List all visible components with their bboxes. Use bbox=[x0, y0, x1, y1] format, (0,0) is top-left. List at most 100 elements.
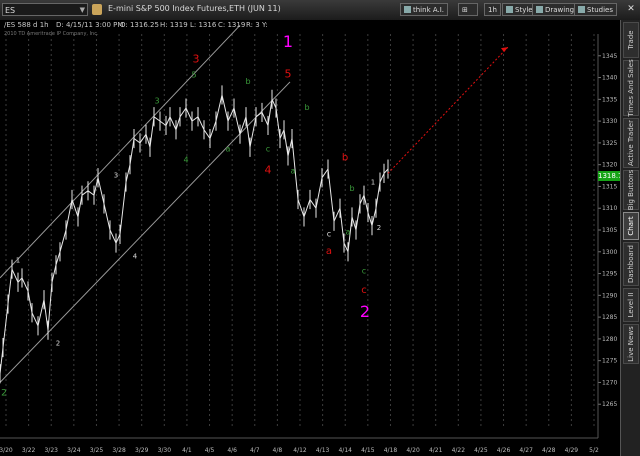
y-tick-label: 1345 bbox=[602, 53, 617, 60]
tab-level-ii[interactable]: Level II bbox=[623, 288, 639, 322]
wave-label: c bbox=[362, 267, 366, 276]
tab-times-and-sales[interactable]: Times And Sales bbox=[623, 59, 639, 117]
tab-trade-label: Trade bbox=[627, 30, 635, 50]
x-tick-label: 4/29 bbox=[565, 447, 579, 454]
drawings-label: Drawings bbox=[545, 6, 578, 14]
x-tick-label: 4/6 bbox=[227, 447, 237, 454]
tab-trade[interactable]: Trade bbox=[623, 22, 639, 58]
x-tick-label: 4/5 bbox=[205, 447, 215, 454]
wave-label: b bbox=[245, 77, 250, 86]
x-tick-label: 4/18 bbox=[384, 447, 398, 454]
wave-label: 4 bbox=[265, 163, 272, 176]
tab-big-buttons-label: Big Buttons bbox=[627, 169, 635, 211]
wave-label: a bbox=[326, 246, 332, 257]
wave-label: b bbox=[349, 184, 354, 193]
style-icon bbox=[506, 6, 513, 13]
y-tick-label: 1295 bbox=[602, 271, 617, 278]
x-tick-label: 4/15 bbox=[361, 447, 375, 454]
symbol-text: ES bbox=[5, 6, 16, 15]
x-tick-label: 4/22 bbox=[452, 447, 466, 454]
x-tick-label: 3/24 bbox=[67, 447, 81, 454]
y-tick-label: 1315 bbox=[602, 183, 617, 190]
bulb-icon bbox=[404, 6, 411, 13]
y-tick-label: 1330 bbox=[602, 118, 617, 125]
wave-label: 5 bbox=[191, 71, 196, 80]
instrument-description: E-mini S&P 500 Index Futures,ETH (JUN 11… bbox=[108, 4, 281, 13]
x-tick-label: 3/25 bbox=[90, 447, 104, 454]
studies-icon bbox=[578, 6, 585, 13]
y-tick-label: 1280 bbox=[602, 336, 617, 343]
y-tick-label: 1270 bbox=[602, 379, 617, 386]
wave-label: 3 bbox=[114, 172, 118, 180]
tab-chart[interactable]: Chart bbox=[623, 212, 639, 240]
x-tick-label: 3/30 bbox=[158, 447, 172, 454]
info-symbol: /ES 588 d 1h bbox=[4, 21, 49, 29]
x-tick-label: 4/26 bbox=[497, 447, 511, 454]
wave-label: a bbox=[346, 227, 351, 236]
tab-active-trader[interactable]: Active Trader bbox=[623, 118, 639, 168]
info-date: D: 4/15/11 3:00 PM bbox=[56, 21, 124, 29]
x-tick-label: 4/25 bbox=[474, 447, 488, 454]
studies-button[interactable]: Studies bbox=[574, 3, 617, 16]
copyright-text: 2010 TD Ameritrade IP Company, Inc. bbox=[4, 31, 99, 37]
info-high: H: 1319 bbox=[160, 21, 188, 29]
think-ai-button[interactable]: think A.I. bbox=[400, 3, 449, 16]
x-tick-label: 5/2 bbox=[589, 447, 599, 454]
tab-live-news[interactable]: Live News bbox=[623, 324, 639, 364]
x-tick-label: 4/28 bbox=[542, 447, 556, 454]
wave-label: a bbox=[291, 166, 296, 175]
wave-label: 1 bbox=[16, 257, 20, 265]
wave-label: 1 bbox=[371, 178, 375, 186]
x-tick-label: 4/7 bbox=[250, 447, 260, 454]
info-open: O: 1316.25 bbox=[120, 21, 159, 29]
x-tick-label: 4/8 bbox=[273, 447, 283, 454]
wave-label: a bbox=[226, 145, 231, 154]
thinkorswim-chart-window: ES ▼ E-mini S&P 500 Index Futures,ETH (J… bbox=[0, 0, 640, 456]
tab-dashboard-label: Dashboard bbox=[627, 245, 635, 283]
style-label: Style bbox=[515, 6, 533, 14]
x-tick-label: 4/13 bbox=[316, 447, 330, 454]
think-ai-label: think A.I. bbox=[413, 6, 445, 14]
tab-chart-label: Chart bbox=[627, 216, 635, 236]
wave-label: 4 bbox=[133, 252, 138, 260]
x-tick-label: 4/1 bbox=[182, 447, 192, 454]
tab-level-ii-label: Level II bbox=[627, 292, 635, 318]
wave-label: 2 bbox=[360, 302, 370, 321]
y-tick-label: 1325 bbox=[602, 140, 617, 147]
wave-label: 4 bbox=[183, 155, 188, 164]
wave-label: 2 bbox=[1, 389, 7, 399]
info-range: R: 3 bbox=[246, 21, 260, 29]
x-tick-label: 4/21 bbox=[429, 447, 443, 454]
chart-background bbox=[0, 20, 620, 456]
tab-live-news-label: Live News bbox=[627, 326, 635, 362]
pencil-icon bbox=[536, 6, 543, 13]
x-tick-label: 3/23 bbox=[44, 447, 58, 454]
close-icon[interactable]: ✕ bbox=[626, 4, 636, 14]
x-tick-label: 4/14 bbox=[338, 447, 352, 454]
wave-label: 2 bbox=[377, 224, 381, 232]
tab-dashboard[interactable]: Dashboard bbox=[623, 242, 639, 286]
price-chart[interactable]: 3/20 3/22 3/23 3/24 3/25 3/28 3/29 3/30 4/1 4/5 4/… bbox=[0, 20, 620, 456]
wave-label: b bbox=[304, 103, 309, 112]
info-y: Y: bbox=[262, 21, 268, 29]
y-tick-label: 1305 bbox=[602, 227, 617, 234]
wave-label: 1 bbox=[283, 32, 293, 51]
y-tick-label: 1310 bbox=[602, 205, 617, 212]
y-tick-label: 1340 bbox=[602, 75, 617, 82]
period-label: 1h bbox=[488, 6, 497, 14]
lock-icon[interactable] bbox=[92, 4, 102, 15]
x-tick-label: 3/22 bbox=[22, 447, 36, 454]
grid-icon[interactable]: ⊞ bbox=[458, 3, 478, 16]
x-tick-label: 4/12 bbox=[293, 447, 307, 454]
y-tick-label: 1265 bbox=[602, 401, 617, 408]
wave-label: 3 bbox=[193, 52, 200, 65]
right-sidebar: Trade Times And Sales Active Trader Big … bbox=[620, 20, 640, 456]
studies-label: Studies bbox=[587, 6, 613, 14]
period-button[interactable]: 1h bbox=[484, 3, 501, 16]
last-price-tag: 1318.75 bbox=[598, 171, 627, 181]
symbol-selector[interactable]: ES ▼ bbox=[2, 3, 88, 16]
tab-big-buttons[interactable]: Big Buttons bbox=[623, 170, 639, 210]
y-tick-label: 1335 bbox=[602, 96, 617, 103]
y-tick-label: 1285 bbox=[602, 314, 617, 321]
x-tick-label: 4/20 bbox=[406, 447, 420, 454]
